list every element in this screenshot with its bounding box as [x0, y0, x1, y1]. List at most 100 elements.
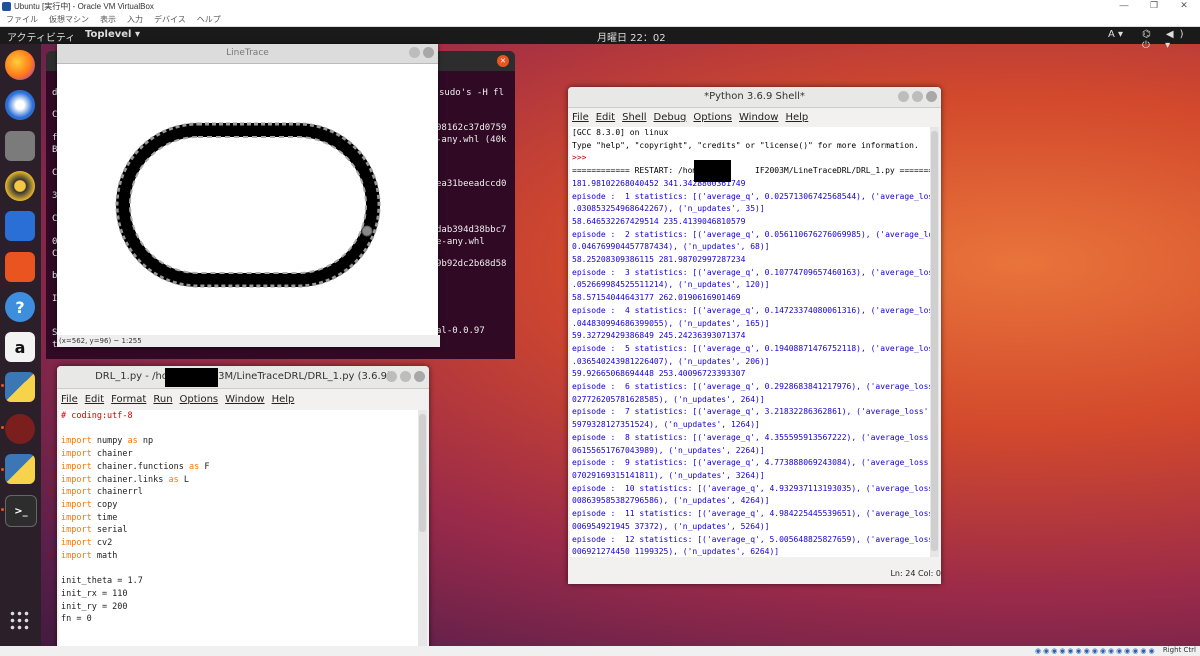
editor-menu-help[interactable]: Help [272, 394, 295, 405]
shell-output[interactable]: [GCC 8.3.0] on linux Type "help", "copyri… [570, 127, 930, 557]
maximize-icon[interactable] [400, 371, 411, 382]
idle-icon-2[interactable] [5, 454, 35, 484]
minimize-button[interactable]: — [1110, 0, 1138, 13]
vbox-menu-item[interactable]: 仮想マシン [49, 14, 89, 25]
files-icon[interactable] [5, 131, 35, 161]
shell-scrollbar[interactable] [930, 127, 939, 557]
linetrace-titlebar[interactable]: LineTrace [57, 44, 438, 64]
shell-output-line: episode : 9 statistics: [('average_q', 4… [572, 458, 930, 468]
close-icon[interactable] [423, 47, 434, 58]
scroll-thumb[interactable] [931, 131, 938, 551]
terminal-line: sudo's -H fl [439, 88, 505, 98]
editor-menu-edit[interactable]: Edit [85, 394, 104, 405]
terminal-line: 9b92dc2b68d58 [436, 259, 507, 269]
restore-button[interactable]: ❐ [1140, 0, 1168, 13]
help-glyph: ? [15, 297, 25, 317]
rhythmbox-icon[interactable] [5, 171, 35, 201]
help-icon[interactable]: ? [5, 292, 35, 322]
code-line: import serial [61, 525, 128, 536]
editor-menu-window[interactable]: Window [225, 394, 264, 405]
shell-menu-help[interactable]: Help [785, 112, 808, 123]
writer-icon[interactable] [5, 211, 35, 241]
track-outer-line [116, 123, 380, 287]
vbox-menu-item[interactable]: 入力 [127, 14, 143, 25]
editor-menu-run[interactable]: Run [153, 394, 172, 405]
shell-output-line: episode : 6 statistics: [('average_q', 0… [572, 382, 930, 392]
vbox-status-icons: ◉◉◉◉◉◉◉◉◉◉◉◉◉◉◉ [1035, 647, 1157, 655]
redaction-block [165, 368, 218, 387]
shell-output-line: .030853254968642267), ('n_updates', 35)] [572, 204, 765, 214]
code-line: init_rx = 110 [61, 588, 128, 599]
linetrace-statusbar: (x=562, y=96) ~ 1:255 [57, 335, 440, 347]
app-menu[interactable]: Toplevel ▾ [85, 29, 140, 40]
thunderbird-icon[interactable] [5, 90, 35, 120]
running-indicator [1, 426, 4, 429]
blocked-icon[interactable] [5, 414, 35, 444]
scroll-thumb[interactable] [419, 414, 426, 532]
editor-menu-options[interactable]: Options [180, 394, 219, 405]
shell-output-line: episode : 2 statistics: [('average_q', 0… [572, 229, 930, 239]
vbox-menu-item[interactable]: デバイス [154, 14, 186, 25]
shell-menu-edit[interactable]: Edit [596, 112, 615, 123]
firefox-icon[interactable] [5, 50, 35, 80]
terminal-icon[interactable]: >_ [5, 495, 37, 527]
idle-icon[interactable] [5, 372, 35, 402]
close-button[interactable]: ✕ [1170, 0, 1198, 13]
code-line: import chainer.functions as F [61, 461, 210, 472]
shell-menu-file[interactable]: File [572, 112, 589, 123]
software-icon[interactable] [5, 252, 35, 282]
terminal-line: -any.whl (40k [436, 135, 507, 145]
activities-button[interactable]: アクティビティ [7, 29, 75, 44]
redaction-block [694, 160, 731, 182]
shell-output-line: episode : 7 statistics: [('average_q', 3… [572, 407, 930, 417]
editor-menubar: File Edit Format Run Options Window Help [57, 389, 429, 410]
minimize-icon[interactable] [898, 91, 909, 102]
shell-menubar: File Edit Shell Debug Options Window Help [568, 108, 941, 127]
editor-menu-file[interactable]: File [61, 394, 78, 405]
close-icon[interactable] [414, 371, 425, 382]
shell-menu-options[interactable]: Options [693, 112, 732, 123]
vbox-menu-item[interactable]: ヘルプ [197, 14, 221, 25]
amazon-icon[interactable]: a [5, 332, 35, 362]
input-method-indicator[interactable]: A ▾ [1108, 29, 1123, 40]
vbox-menubar: ファイル 仮想マシン 表示 入力 デバイス ヘルプ [0, 13, 1200, 27]
clock[interactable]: 月曜日 22：02 [597, 29, 666, 44]
linetrace-window[interactable]: LineTrace (x=562, y=96) ~ 1:255 [57, 44, 440, 347]
editor-window[interactable]: DRL_1.py - /home/ IF2003M/LineTraceDRL/D… [57, 366, 429, 656]
track-canvas[interactable] [57, 64, 438, 334]
shell-menu-shell[interactable]: Shell [622, 112, 646, 123]
maximize-icon[interactable] [912, 91, 923, 102]
shell-output-line: 58.25208309386115 281.98702997287234 [572, 255, 746, 265]
shell-output-line: ============ RESTART: /home/ IF2003M/Lin… [572, 166, 930, 176]
python-shell-window[interactable]: *Python 3.6.9 Shell* File Edit Shell Debug O… [568, 87, 941, 584]
shell-title: *Python 3.6.9 Shell* [704, 91, 805, 102]
shell-output-line: 006921274450 1199325), ('n_updates', 626… [572, 547, 780, 557]
editor-titlebar[interactable]: DRL_1.py - /home/ IF2003M/LineTraceDRL/D… [57, 366, 429, 389]
terminal-line: dab394d38bbc7 [436, 225, 507, 235]
code-editor[interactable]: # coding:utf-8 import numpy as np import … [59, 410, 419, 656]
editor-scrollbar[interactable] [418, 410, 427, 656]
linetrace-title: LineTrace [226, 48, 269, 58]
close-icon[interactable] [926, 91, 937, 102]
gnome-topbar: アクティビティ Toplevel ▾ 月曜日 22：02 A ▾ ⌬ ◀) ⏻ … [0, 27, 1200, 51]
shell-output-line: episode : 10 statistics: [('average_q', … [572, 483, 930, 493]
vbox-window-title: Ubuntu [実行中] - Oracle VM VirtualBox [14, 2, 154, 11]
shell-titlebar[interactable]: *Python 3.6.9 Shell* [568, 87, 941, 108]
shell-output-line: 0.046769904457787434), ('n_updates', 68)… [572, 242, 770, 252]
shell-output-line: 58.646532267429514 235.4139046810579 [572, 216, 746, 226]
system-tray[interactable]: ⌬ ◀) ⏻ ▾ [1142, 29, 1200, 51]
vbox-menu-item[interactable]: ファイル [6, 14, 38, 25]
shell-menu-debug[interactable]: Debug [654, 112, 687, 123]
terminal-close-icon[interactable]: ✕ [497, 55, 509, 67]
shell-menu-window[interactable]: Window [739, 112, 778, 123]
minimize-icon[interactable] [386, 371, 397, 382]
shell-output-line: 006954921945 37372), ('n_updates', 5264)… [572, 521, 770, 531]
vbox-menu-item[interactable]: 表示 [100, 14, 116, 25]
minimize-icon[interactable] [409, 47, 420, 58]
show-apps-icon[interactable] [9, 610, 31, 632]
virtualbox-icon [2, 2, 11, 11]
shell-statusbar: Ln: 24 Col: 0 [890, 569, 941, 578]
editor-menu-format[interactable]: Format [111, 394, 146, 405]
